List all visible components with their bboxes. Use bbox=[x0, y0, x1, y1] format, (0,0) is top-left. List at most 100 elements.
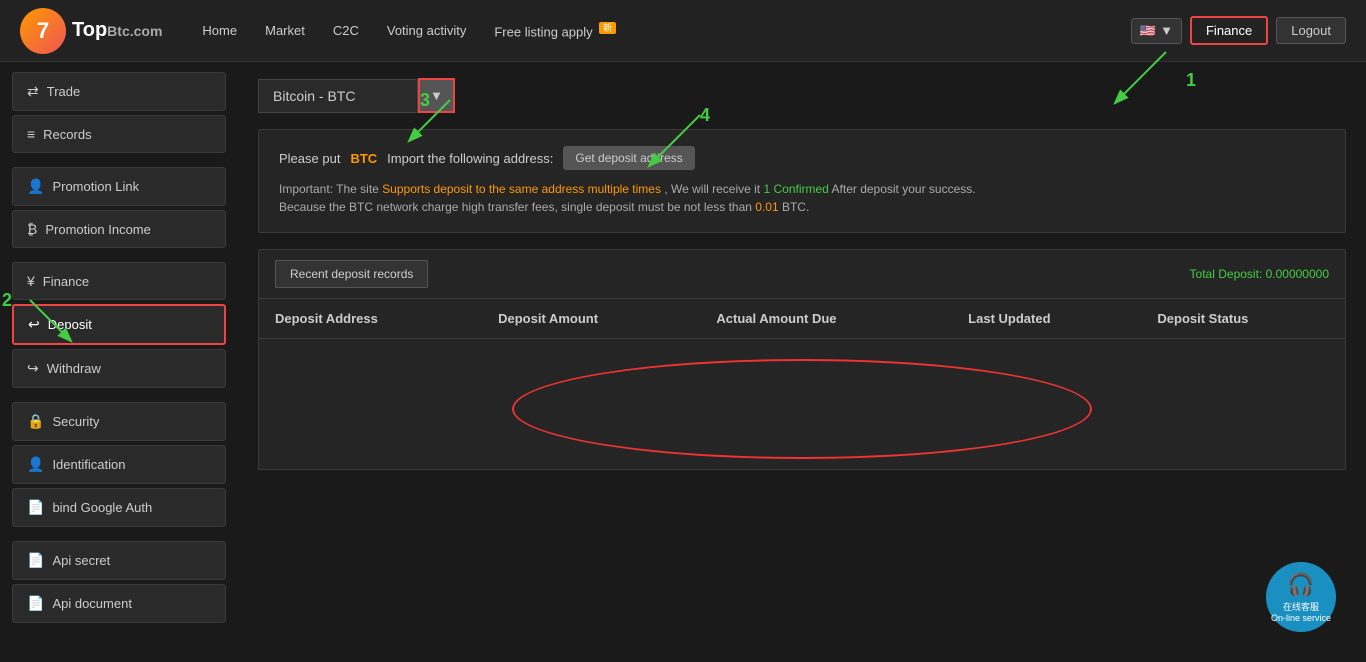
language-selector[interactable]: 🇺🇸 ▼ bbox=[1131, 18, 1182, 44]
support-text: Supports deposit to the same address mul… bbox=[382, 182, 661, 196]
sidebar-group-4: 🔒 Security 👤 Identification 📄 bind Googl… bbox=[12, 402, 226, 527]
coin-selector-row: Bitcoin - BTC ▼ bbox=[258, 78, 1346, 113]
logo-suffix: .com bbox=[130, 23, 163, 39]
google-auth-icon: 📄 bbox=[27, 499, 44, 516]
online-service-chinese: 在线客服 bbox=[1283, 600, 1319, 613]
mid-text2: After deposit your success. bbox=[832, 182, 976, 196]
confirmed-text: 1 Confirmed bbox=[763, 182, 828, 196]
sidebar-item-withdraw[interactable]: ↪ Withdraw bbox=[12, 349, 226, 388]
records-header: Recent deposit records Total Deposit: 0.… bbox=[259, 250, 1345, 299]
coin-selector[interactable]: Bitcoin - BTC bbox=[258, 79, 418, 113]
col-last-updated: Last Updated bbox=[952, 299, 1141, 339]
sidebar-item-identification[interactable]: 👤 Identification bbox=[12, 445, 226, 484]
withdraw-icon: ↪ bbox=[27, 360, 39, 377]
empty-records-area bbox=[259, 349, 1345, 469]
records-icon: ≡ bbox=[27, 126, 35, 142]
col-deposit-amount: Deposit Amount bbox=[482, 299, 700, 339]
sidebar-item-api-secret[interactable]: 📄 Api secret bbox=[12, 541, 226, 580]
sidebar-item-label: bind Google Auth bbox=[52, 500, 152, 515]
online-service-english: On-line service bbox=[1271, 613, 1331, 623]
sidebar: ⇄ Trade ≡ Records 👤 Promotion Link ₿ Pro… bbox=[0, 62, 238, 662]
sidebar-item-label: Security bbox=[52, 414, 99, 429]
identification-icon: 👤 bbox=[27, 456, 44, 473]
dropdown-arrow-icon: ▼ bbox=[1160, 23, 1173, 38]
sidebar-group-3: ¥ Finance ↩ Deposit ↪ Withdraw bbox=[12, 262, 226, 388]
sidebar-item-label: Trade bbox=[47, 84, 80, 99]
sidebar-item-label: Api secret bbox=[52, 553, 110, 568]
finance-button[interactable]: Finance bbox=[1190, 16, 1268, 45]
col-deposit-address: Deposit Address bbox=[259, 299, 482, 339]
finance-icon: ¥ bbox=[27, 273, 35, 289]
sidebar-item-records[interactable]: ≡ Records bbox=[12, 115, 226, 153]
sidebar-item-finance[interactable]: ¥ Finance bbox=[12, 262, 226, 300]
sidebar-item-label: Api document bbox=[52, 596, 132, 611]
deposit-info-line2: Important: The site Supports deposit to … bbox=[279, 180, 1325, 216]
important-prefix: Important: The site bbox=[279, 182, 382, 196]
nav-links: Home Market C2C Voting activity Free lis… bbox=[202, 21, 1131, 39]
sidebar-item-label: Identification bbox=[52, 457, 125, 472]
total-deposit-display: Total Deposit: 0.00000000 bbox=[1190, 267, 1329, 281]
btc-end: BTC. bbox=[782, 200, 809, 214]
sidebar-item-promotion-link[interactable]: 👤 Promotion Link bbox=[12, 167, 226, 206]
main-layout: ⇄ Trade ≡ Records 👤 Promotion Link ₿ Pro… bbox=[0, 62, 1366, 662]
col-actual-amount: Actual Amount Due bbox=[700, 299, 952, 339]
header-right: 🇺🇸 ▼ Finance Logout bbox=[1131, 16, 1346, 45]
sidebar-item-label: Promotion Income bbox=[45, 222, 151, 237]
sidebar-group-1: ⇄ Trade ≡ Records bbox=[12, 72, 226, 153]
sidebar-item-label: Promotion Link bbox=[52, 179, 139, 194]
sidebar-item-label: Deposit bbox=[48, 317, 92, 332]
logo-number: 7 bbox=[37, 18, 49, 44]
deposit-info-line1: Please put BTC Import the following addr… bbox=[279, 146, 1325, 170]
api-document-icon: 📄 bbox=[27, 595, 44, 612]
content-area: Bitcoin - BTC ▼ Please put BTC Import th… bbox=[238, 62, 1366, 662]
nav-free-listing[interactable]: Free listing apply 新 bbox=[494, 21, 616, 39]
promotion-income-icon: ₿ bbox=[27, 221, 37, 237]
sidebar-item-label: Withdraw bbox=[47, 361, 101, 376]
mid-text1: , We will receive it bbox=[664, 182, 763, 196]
logo-text: TopBtc.com bbox=[72, 19, 162, 42]
nav-voting[interactable]: Voting activity bbox=[387, 23, 467, 38]
nav-c2c[interactable]: C2C bbox=[333, 23, 359, 38]
flag-icon: 🇺🇸 bbox=[1140, 23, 1156, 39]
btc-label: BTC bbox=[350, 151, 377, 166]
sidebar-group-5: 📄 Api secret 📄 Api document bbox=[12, 541, 226, 623]
logo-area: 7 TopBtc.com bbox=[20, 8, 162, 54]
sidebar-item-label: Finance bbox=[43, 274, 89, 289]
header: 7 TopBtc.com Home Market C2C Voting acti… bbox=[0, 0, 1366, 62]
logo-btc: Btc bbox=[107, 23, 130, 39]
fee-notice: Because the BTC network charge high tran… bbox=[279, 200, 755, 214]
coin-selector-arrow[interactable]: ▼ bbox=[418, 78, 455, 113]
recent-deposit-records-tab[interactable]: Recent deposit records bbox=[275, 260, 428, 288]
security-icon: 🔒 bbox=[27, 413, 44, 430]
api-secret-icon: 📄 bbox=[27, 552, 44, 569]
arrow-down-icon: ▼ bbox=[430, 88, 443, 103]
coin-value: Bitcoin - BTC bbox=[273, 88, 355, 104]
logout-button[interactable]: Logout bbox=[1276, 17, 1346, 44]
online-service-button[interactable]: 🎧 在线客服 On-line service bbox=[1266, 562, 1336, 632]
total-deposit-label: Total Deposit: bbox=[1190, 267, 1266, 281]
sidebar-item-deposit[interactable]: ↩ Deposit bbox=[12, 304, 226, 345]
red-oval-annotation bbox=[512, 359, 1092, 459]
get-deposit-address-button[interactable]: Get deposit address bbox=[563, 146, 694, 170]
deposit-info-box: Please put BTC Import the following addr… bbox=[258, 129, 1346, 233]
col-deposit-status: Deposit Status bbox=[1141, 299, 1345, 339]
deposit-prefix: Please put bbox=[279, 151, 340, 166]
nav-home[interactable]: Home bbox=[202, 23, 237, 38]
nav-market[interactable]: Market bbox=[265, 23, 305, 38]
records-table: Deposit Address Deposit Amount Actual Am… bbox=[259, 299, 1345, 339]
min-amount: 0.01 bbox=[755, 200, 778, 214]
logo-circle: 7 bbox=[20, 8, 66, 54]
sidebar-item-google-auth[interactable]: 📄 bind Google Auth bbox=[12, 488, 226, 527]
sidebar-item-api-document[interactable]: 📄 Api document bbox=[12, 584, 226, 623]
sidebar-item-label: Records bbox=[43, 127, 91, 142]
deposit-icon: ↩ bbox=[28, 316, 40, 333]
nav-badge: 新 bbox=[599, 22, 616, 34]
sidebar-item-security[interactable]: 🔒 Security bbox=[12, 402, 226, 441]
total-deposit-value: 0.00000000 bbox=[1266, 267, 1329, 281]
sidebar-item-promotion-income[interactable]: ₿ Promotion Income bbox=[12, 210, 226, 248]
deposit-suffix: Import the following address: bbox=[387, 151, 553, 166]
sidebar-item-trade[interactable]: ⇄ Trade bbox=[12, 72, 226, 111]
table-header-row: Deposit Address Deposit Amount Actual Am… bbox=[259, 299, 1345, 339]
sidebar-group-2: 👤 Promotion Link ₿ Promotion Income bbox=[12, 167, 226, 248]
headset-icon: 🎧 bbox=[1287, 572, 1314, 598]
